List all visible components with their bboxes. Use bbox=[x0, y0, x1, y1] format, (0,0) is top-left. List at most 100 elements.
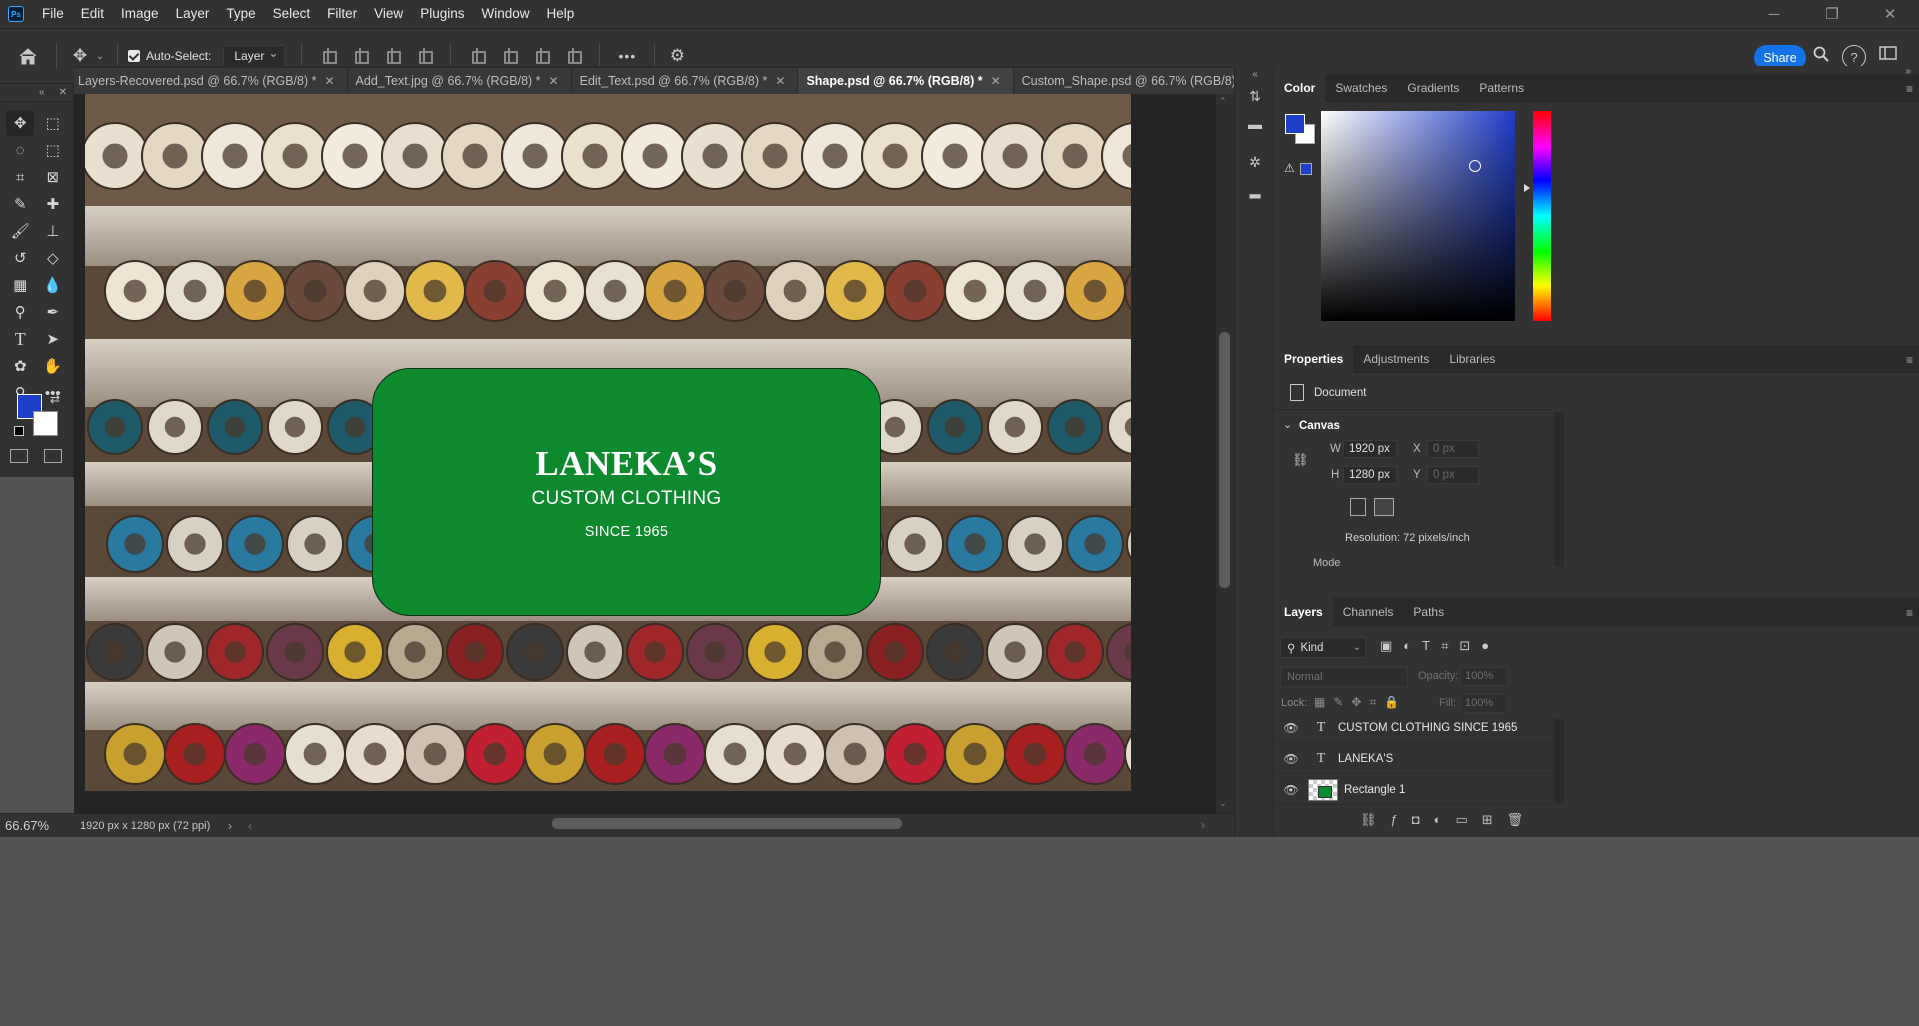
panel-menu-icon[interactable]: ≡ bbox=[1906, 606, 1913, 620]
close-icon[interactable]: ✕ bbox=[59, 87, 67, 98]
auto-select-target-dropdown[interactable]: Layer bbox=[223, 43, 286, 67]
tab-channels[interactable]: Channels bbox=[1333, 598, 1404, 626]
collapse-icon[interactable]: « bbox=[1235, 66, 1275, 82]
vertical-scrollbar-thumb[interactable] bbox=[1219, 332, 1230, 588]
lock-options-icons[interactable]: ▦✎✥⌗🔒 bbox=[1314, 695, 1407, 710]
align-vertical-center-icon[interactable] bbox=[502, 48, 519, 64]
close-tab-icon[interactable]: ✕ bbox=[549, 74, 559, 88]
gradient-tool-icon[interactable]: ▦ bbox=[6, 272, 34, 298]
menu-view[interactable]: View bbox=[366, 0, 412, 28]
foreground-color-swatch[interactable] bbox=[1285, 114, 1305, 134]
blur-tool-icon[interactable]: 💧 bbox=[39, 272, 67, 298]
tab-layers[interactable]: Layers bbox=[1274, 597, 1333, 626]
menu-help[interactable]: Help bbox=[538, 0, 583, 28]
layer-row-rectangle[interactable]: 👁 Rectangle 1 bbox=[1278, 775, 1553, 805]
menu-select[interactable]: Select bbox=[265, 0, 320, 28]
menu-image[interactable]: Image bbox=[113, 0, 168, 28]
canvas-section-title[interactable]: Canvas bbox=[1299, 420, 1340, 432]
brush-tool-icon[interactable]: 🖌 bbox=[6, 218, 34, 244]
background-color-swatch[interactable] bbox=[33, 411, 58, 436]
menu-window[interactable]: Window bbox=[473, 0, 538, 28]
lasso-tool-icon[interactable]: ◌ bbox=[6, 137, 34, 163]
chevron-right-icon[interactable]: › bbox=[228, 819, 248, 833]
visibility-eye-icon[interactable]: 👁 bbox=[1278, 783, 1304, 797]
layer-row-custom-clothing[interactable]: 👁 T CUSTOM CLOTHING SINCE 1965 bbox=[1278, 713, 1553, 743]
layer-row-lanekas[interactable]: 👁 T LANEKA'S bbox=[1278, 744, 1553, 774]
layers-footer-icons[interactable]: ⛓ƒ◘◐▭⊞🗑 bbox=[1360, 812, 1537, 828]
close-icon[interactable]: ✕ bbox=[1861, 0, 1919, 28]
close-tab-icon[interactable]: ✕ bbox=[991, 74, 1001, 88]
tab-layers-recovered[interactable]: Layers-Recovered.psd @ 66.7% (RGB/8) * ✕ bbox=[74, 68, 348, 94]
swap-colors-icon[interactable]: ⇄ bbox=[50, 392, 60, 406]
history-brush-tool-icon[interactable]: ↺ bbox=[6, 245, 34, 271]
warning-icon[interactable]: ⚠ bbox=[1284, 161, 1295, 175]
chevron-down-icon[interactable]: ⌄ bbox=[93, 51, 107, 62]
visibility-eye-icon[interactable]: 👁 bbox=[1278, 721, 1304, 735]
home-icon[interactable] bbox=[0, 47, 56, 65]
tab-swatches[interactable]: Swatches bbox=[1325, 74, 1397, 102]
clone-stamp-tool-icon[interactable]: ⊥ bbox=[39, 218, 67, 244]
link-icon[interactable]: ⛓ bbox=[1292, 452, 1309, 468]
properties-scrollbar[interactable] bbox=[1554, 412, 1564, 567]
height-field[interactable]: 1280 px bbox=[1343, 466, 1397, 484]
history-icon[interactable]: ⇅ bbox=[1235, 82, 1275, 110]
horizontal-scrollbar-thumb[interactable] bbox=[552, 818, 902, 829]
width-field[interactable]: 1920 px bbox=[1343, 440, 1397, 458]
tab-edit-text[interactable]: Edit_Text.psd @ 66.7% (RGB/8) * ✕ bbox=[571, 68, 799, 94]
tab-color[interactable]: Color bbox=[1274, 73, 1326, 102]
scroll-right-icon[interactable]: › bbox=[1201, 818, 1205, 832]
move-tool-icon[interactable]: ✥ bbox=[67, 46, 93, 66]
restore-icon[interactable]: ❐ bbox=[1803, 0, 1861, 28]
tab-add-text[interactable]: Add_Text.jpg @ 66.7% (RGB/8) * ✕ bbox=[347, 68, 572, 94]
healing-brush-tool-icon[interactable]: ✚ bbox=[39, 191, 67, 217]
more-options-icon[interactable]: ••• bbox=[610, 48, 644, 64]
menu-filter[interactable]: Filter bbox=[319, 0, 366, 28]
tab-custom-shape[interactable]: Custom_Shape.psd @ 66.7% (RGB/8) * ✕ bbox=[1013, 68, 1234, 94]
pen-tool-icon[interactable]: ✒ bbox=[39, 299, 67, 325]
tab-gradients[interactable]: Gradients bbox=[1397, 74, 1469, 102]
quick-mask-icon[interactable] bbox=[10, 449, 28, 463]
tab-adjustments[interactable]: Adjustments bbox=[1353, 345, 1439, 373]
tab-libraries[interactable]: Libraries bbox=[1439, 345, 1505, 373]
portrait-orientation-icon[interactable] bbox=[1350, 498, 1366, 516]
layers-scrollbar[interactable] bbox=[1554, 719, 1564, 803]
eraser-tool-icon[interactable]: ◇ bbox=[39, 245, 67, 271]
visibility-eye-icon[interactable]: 👁 bbox=[1278, 752, 1304, 766]
ruler-icon[interactable]: ▂ bbox=[1235, 176, 1275, 204]
layer-name[interactable]: LANEKA'S bbox=[1338, 753, 1393, 765]
auto-select-checkbox[interactable]: Auto-Select: bbox=[128, 49, 211, 63]
default-colors-icon[interactable] bbox=[14, 426, 24, 436]
layer-filter-icons[interactable]: ▣◐T⌗⊡● bbox=[1380, 638, 1500, 654]
tab-patterns[interactable]: Patterns bbox=[1469, 74, 1534, 102]
menu-type[interactable]: Type bbox=[218, 0, 264, 28]
y-field[interactable]: 0 px bbox=[1427, 466, 1479, 484]
opacity-field[interactable]: 100% bbox=[1460, 667, 1508, 686]
workspace-icon[interactable] bbox=[1877, 46, 1899, 60]
hue-slider-handle[interactable] bbox=[1524, 184, 1530, 192]
marquee-tool-icon[interactable]: ⬚ bbox=[39, 110, 67, 136]
properties-brush-icon[interactable]: ✲ bbox=[1235, 148, 1275, 176]
logo-since-text[interactable]: SINCE 1965 bbox=[372, 524, 881, 540]
photoshop-logo-icon[interactable]: Ps bbox=[8, 6, 24, 22]
menu-plugins[interactable]: Plugins bbox=[412, 0, 473, 28]
logo-title-text[interactable]: LANEKA’S bbox=[372, 444, 881, 484]
distribute-vertical-icon[interactable] bbox=[417, 48, 434, 64]
align-left-icon[interactable] bbox=[321, 48, 338, 64]
align-bottom-icon[interactable] bbox=[534, 48, 551, 64]
scroll-left-icon[interactable]: ‹ bbox=[248, 819, 268, 833]
chevron-down-icon[interactable]: ⌄ bbox=[1283, 418, 1292, 431]
minimize-icon[interactable]: ─ bbox=[1745, 0, 1803, 28]
eyedropper-tool-icon[interactable]: ✎ bbox=[6, 191, 34, 217]
logo-subtitle-text[interactable]: CUSTOM CLOTHING bbox=[372, 488, 881, 510]
layer-filter-dropdown[interactable]: ⚲ Kind ⌄ bbox=[1280, 637, 1366, 658]
checkbox-checked-icon[interactable] bbox=[128, 50, 140, 62]
scroll-down-icon[interactable]: ⌄ bbox=[1219, 798, 1227, 809]
align-horizontal-center-icon[interactable] bbox=[353, 48, 370, 64]
scroll-up-icon[interactable]: ⌃ bbox=[1219, 96, 1227, 107]
layer-name[interactable]: CUSTOM CLOTHING SINCE 1965 bbox=[1338, 722, 1517, 734]
align-top-icon[interactable] bbox=[470, 48, 487, 64]
web-safe-color-swatch[interactable] bbox=[1300, 163, 1312, 175]
color-picker-marker[interactable] bbox=[1469, 160, 1481, 172]
custom-shape-tool-icon[interactable]: ✿ bbox=[6, 353, 34, 379]
fill-field[interactable]: 100% bbox=[1460, 694, 1508, 713]
